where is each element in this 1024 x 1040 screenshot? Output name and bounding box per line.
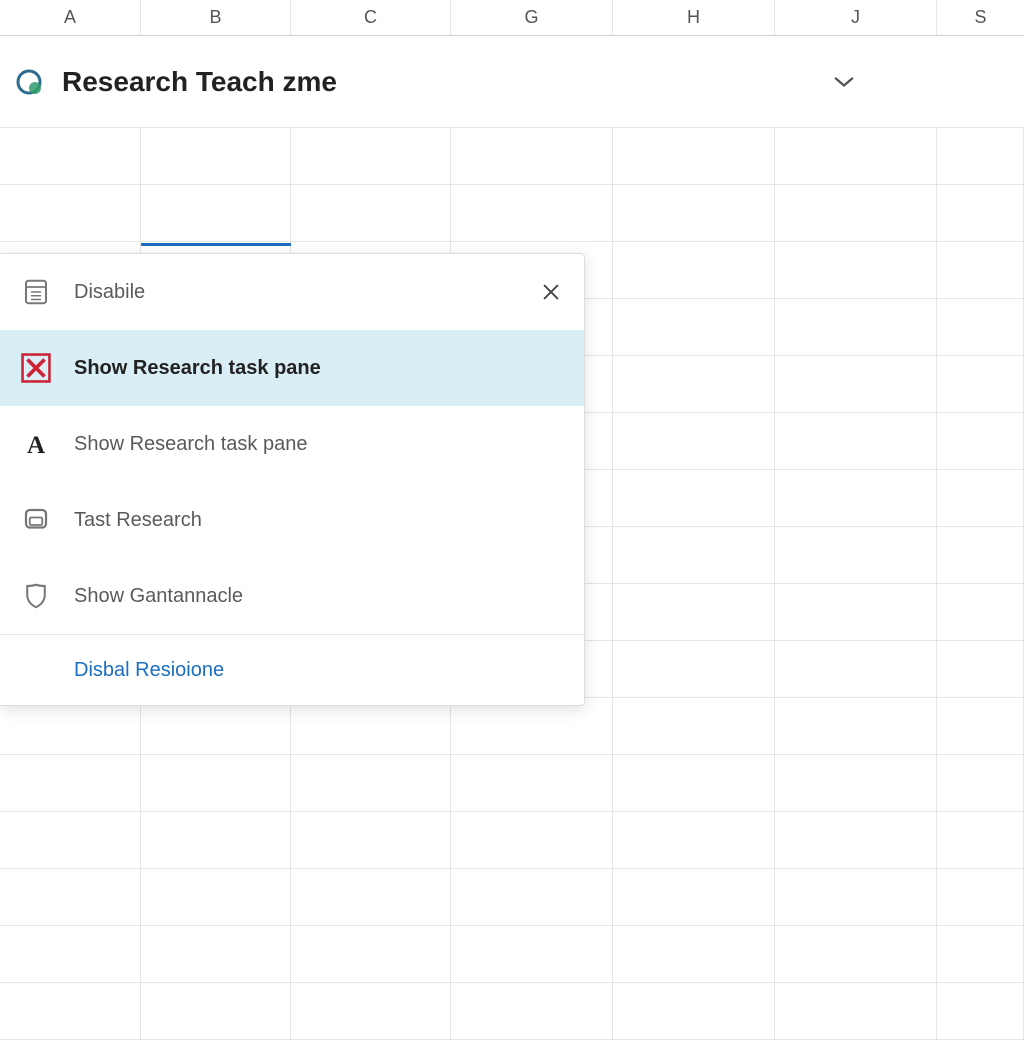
col-header-H[interactable]: H — [613, 0, 775, 35]
menu-item-show-research-pane[interactable]: Show Research task pane — [0, 330, 584, 406]
menu-item-label: Disabile — [74, 281, 536, 304]
menu-item-label: Show Research task pane — [74, 357, 566, 380]
app-logo-icon — [12, 65, 46, 99]
x-red-icon — [12, 351, 60, 385]
col-header-C[interactable]: C — [291, 0, 451, 35]
title-bar: Research Teach zme — [0, 36, 1024, 128]
menu-item-show-gantannacle[interactable]: Show Gantannacle — [0, 558, 584, 634]
column-headers: A B C G H J S — [0, 0, 1024, 36]
menu-item-label: Show Research task pane — [74, 433, 566, 456]
menu-item-show-research-pane-2[interactable]: A Show Research task pane — [0, 406, 584, 482]
menu-link-label: Disbal Resioione — [74, 659, 224, 682]
menu-item-label: Tast Research — [74, 509, 566, 532]
col-header-S[interactable]: S — [937, 0, 1024, 35]
screen-icon — [12, 505, 60, 535]
menu-item-label: Show Gantannacle — [74, 585, 566, 608]
col-header-B[interactable]: B — [141, 0, 291, 35]
col-header-G[interactable]: G — [451, 0, 613, 35]
svg-text:A: A — [27, 432, 45, 459]
menu-item-tast-research[interactable]: Tast Research — [0, 482, 584, 558]
close-icon[interactable] — [536, 281, 566, 303]
letter-a-icon: A — [12, 429, 60, 459]
table-icon — [12, 277, 60, 307]
active-cell-indicator — [141, 243, 291, 246]
context-menu: Disabile Show Research task pane A Show … — [0, 253, 585, 706]
menu-link-disbal[interactable]: Disbal Resioione — [0, 635, 584, 705]
chevron-down-icon[interactable] — [824, 62, 864, 102]
col-header-J[interactable]: J — [775, 0, 937, 35]
shield-icon — [12, 581, 60, 611]
page-title: Research Teach zme — [62, 66, 337, 98]
menu-item-disable[interactable]: Disabile — [0, 254, 584, 330]
col-header-A[interactable]: A — [0, 0, 141, 35]
